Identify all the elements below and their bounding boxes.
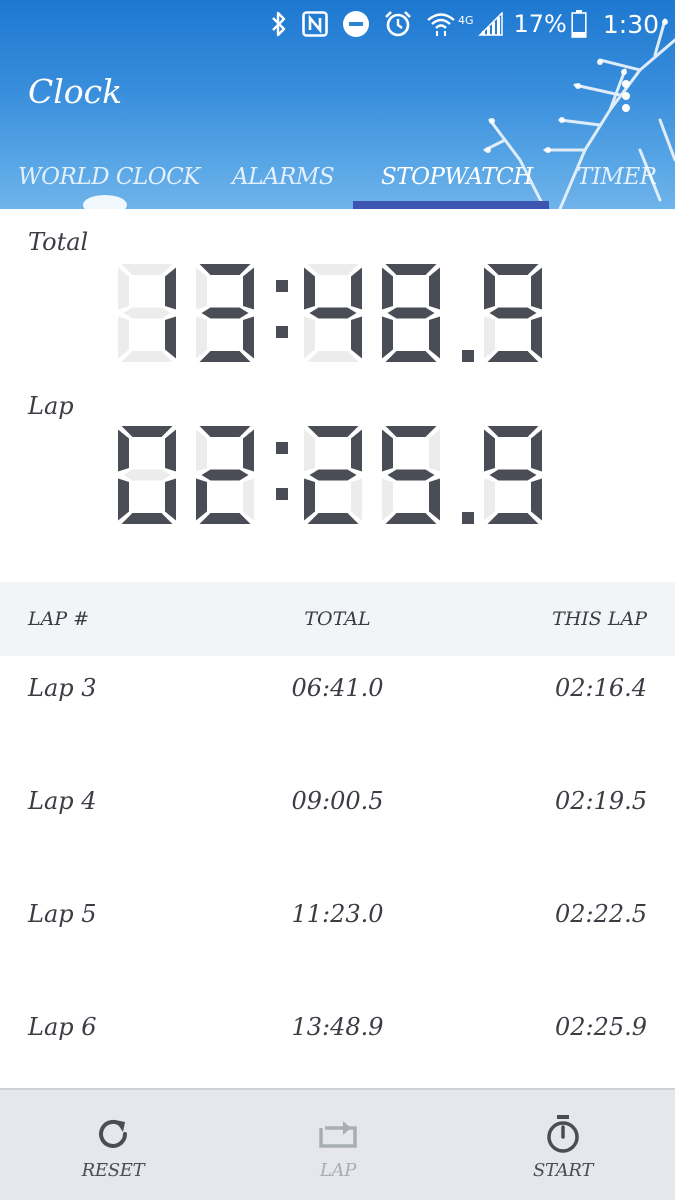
lcd-digit	[484, 426, 542, 524]
lcd-digit	[304, 426, 362, 524]
lcd-digit	[382, 264, 440, 362]
nfc-icon	[302, 11, 328, 37]
decimal-dot	[462, 350, 474, 362]
colon-dot	[276, 442, 288, 454]
tab-bar: WORLD CLOCK ALARMS STOPWATCH TIMER	[0, 150, 675, 209]
lap-split: 02:16.4	[554, 674, 647, 702]
lap-row: 09:00.5 Lap 4 02:19.5	[0, 769, 675, 882]
lap-row: 11:23.0 Lap 5 02:22.5	[0, 882, 675, 995]
header-this-lap: THIS LAP	[552, 608, 647, 630]
wifi-icon	[426, 11, 456, 37]
tab-timer[interactable]: TIMER	[577, 150, 657, 209]
lap-name: Lap 4	[28, 787, 97, 815]
active-tab-indicator	[353, 201, 549, 209]
refresh-icon	[95, 1114, 131, 1154]
colon-dot	[276, 488, 288, 500]
colon-dot	[276, 326, 288, 338]
lcd-digit	[484, 264, 542, 362]
lcd-digit	[118, 264, 176, 362]
signal-icon	[477, 12, 504, 36]
start-button[interactable]: START	[488, 1090, 638, 1200]
lap-split: 02:22.5	[554, 900, 647, 928]
lap-split: 02:19.5	[554, 787, 647, 815]
bottom-action-bar: RESET LAP START	[0, 1088, 675, 1200]
do-not-disturb-icon	[342, 10, 370, 38]
alarm-icon	[384, 10, 412, 38]
lap-time-display	[118, 426, 542, 524]
total-time-display	[118, 264, 542, 362]
total-label: Total	[28, 228, 89, 256]
lap-icon	[319, 1114, 357, 1154]
lcd-digit	[304, 264, 362, 362]
lap-button[interactable]: LAP	[263, 1090, 413, 1200]
decimal-dot	[462, 512, 474, 524]
laps-table-header: TOTAL LAP # THIS LAP	[0, 582, 675, 656]
lcd-digit	[196, 264, 254, 362]
more-vert-icon	[622, 80, 630, 112]
network-type-label: 4G	[457, 14, 474, 27]
colon-dot	[276, 280, 288, 292]
start-label: START	[532, 1160, 594, 1181]
stopwatch-icon	[545, 1114, 581, 1154]
lcd-digit	[382, 426, 440, 524]
reset-button[interactable]: RESET	[38, 1090, 188, 1200]
tab-alarms[interactable]: ALARMS	[232, 150, 335, 209]
app-header: 4G 17% 1:30 Clock WORLD CLOCK ALARMS STO…	[0, 0, 675, 209]
lap-row: 06:41.0 Lap 3 02:16.4	[0, 656, 675, 769]
lap-name: Lap 6	[28, 1013, 97, 1041]
lcd-digit	[196, 426, 254, 524]
lap-split: 02:25.9	[554, 1013, 647, 1041]
header-lap-number: LAP #	[28, 608, 90, 630]
tab-world-clock[interactable]: WORLD CLOCK	[18, 150, 200, 209]
lap-name: Lap 5	[28, 900, 97, 928]
lap-button-label: LAP	[319, 1160, 357, 1181]
app-title: Clock	[28, 72, 123, 111]
status-bar: 4G 17% 1:30	[0, 0, 675, 48]
overflow-menu-button[interactable]	[608, 74, 644, 118]
battery-percent: 17%	[513, 10, 567, 38]
battery-icon	[571, 10, 587, 38]
reset-label: RESET	[81, 1160, 145, 1181]
bluetooth-icon	[270, 11, 288, 37]
lap-label: Lap	[28, 392, 74, 420]
lap-name: Lap 3	[28, 674, 97, 702]
lcd-digit	[118, 426, 176, 524]
status-time: 1:30	[602, 9, 659, 39]
